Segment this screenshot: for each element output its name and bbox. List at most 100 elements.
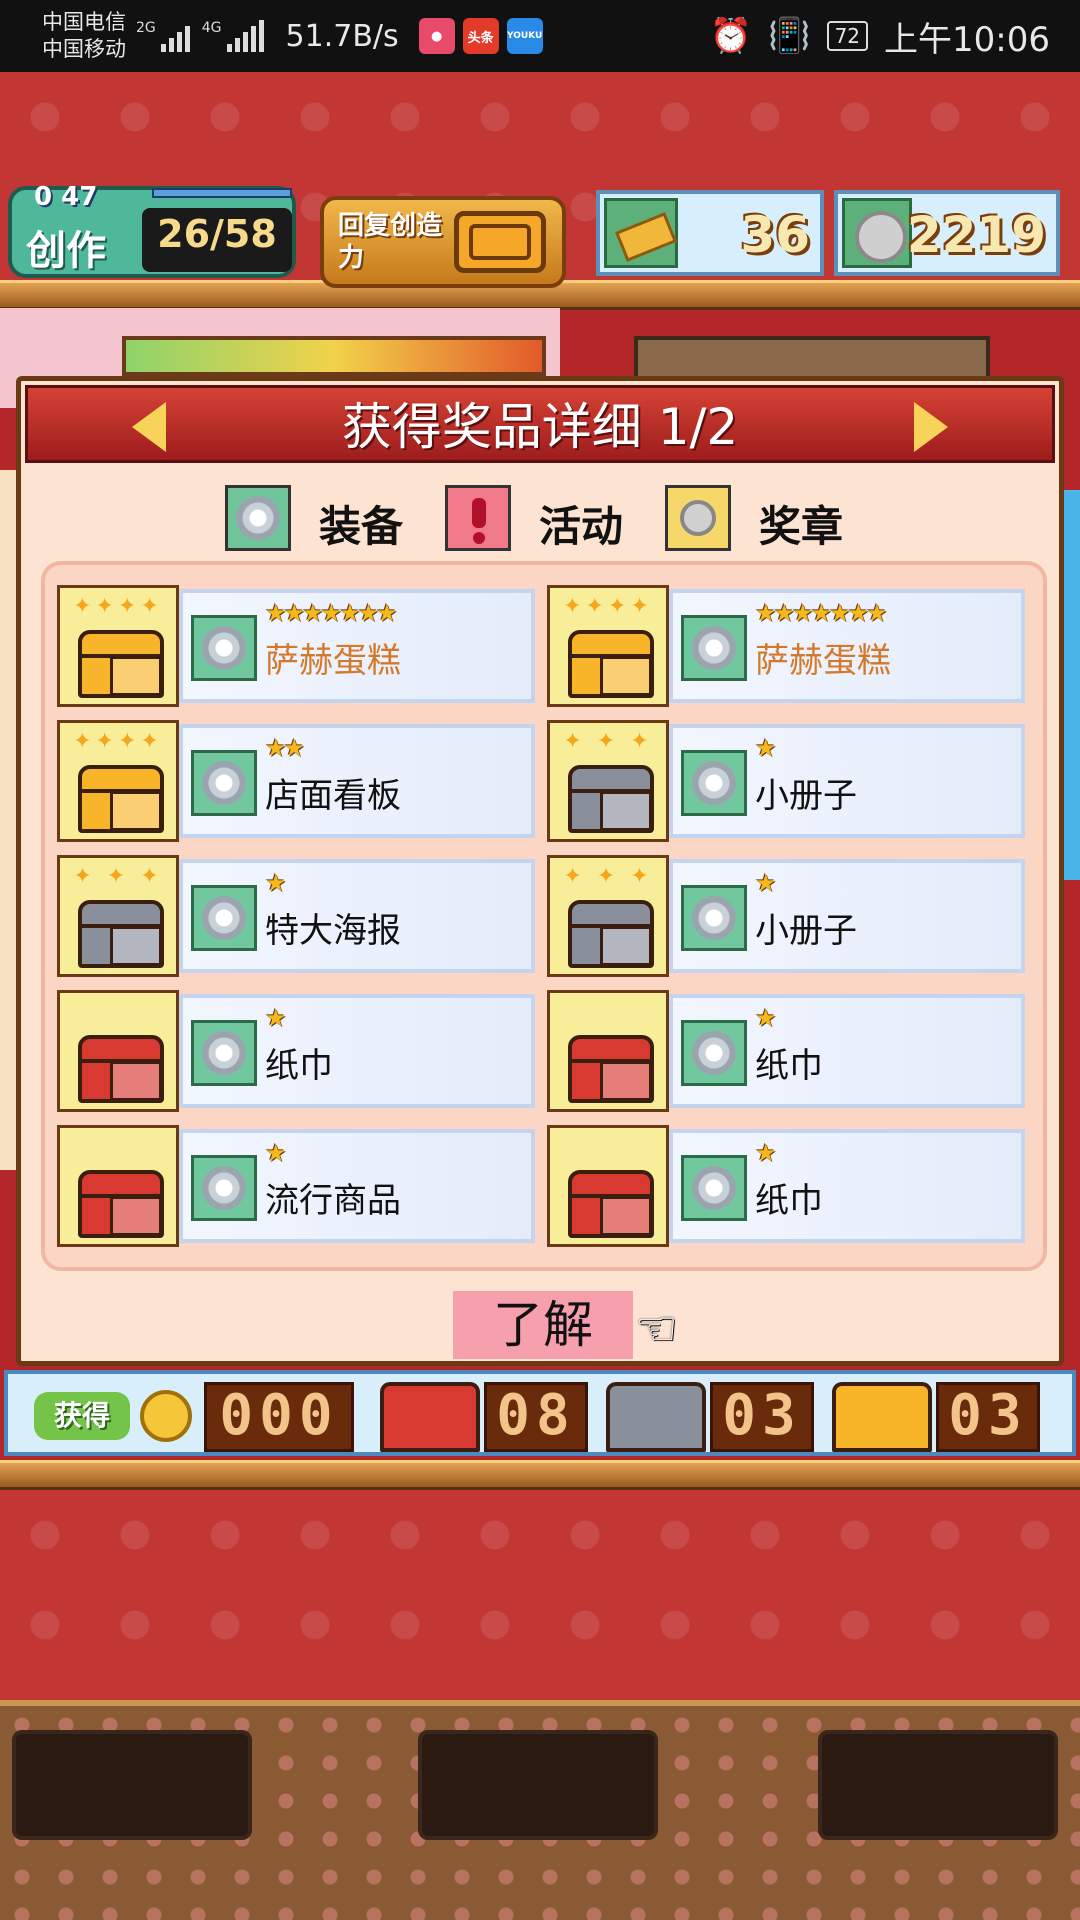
prize-item: ✦ ✦ ✦ ★ 小册子 (547, 720, 1025, 842)
ticket-counter[interactable]: 36 (596, 190, 824, 276)
equip-icon (191, 1020, 257, 1086)
shop-slot-1[interactable] (12, 1730, 252, 1840)
alarm-icon: ⏰ (709, 16, 753, 56)
silver-chest-icon: ✦ ✦ ✦ (57, 855, 179, 977)
prize-card: ★ 纸巾 (179, 994, 535, 1108)
prize-name: 小册子 (755, 911, 857, 951)
event-icon (445, 485, 511, 551)
messenger-icon: ● (418, 18, 455, 54)
rarity-stars: ★★★★★★★ (755, 599, 888, 627)
prize-card: ★★★★★★★ 萨赫蛋糕 (179, 589, 535, 703)
next-page-arrow-icon[interactable] (914, 402, 948, 452)
toutiao-icon: 头条 (462, 18, 499, 54)
equip-icon (191, 615, 257, 681)
legend-equip-label: 装备 (319, 502, 404, 551)
red-chest-count: 08 (484, 1382, 588, 1452)
prize-item: ★ 纸巾 (547, 1125, 1025, 1247)
red-chest-icon (547, 1125, 669, 1247)
prize-name: 流行商品 (265, 1181, 401, 1221)
create-energy-hud[interactable]: 0 47 创作 26/58 (8, 182, 296, 278)
tv-icon (454, 211, 546, 273)
gold-chest-icon (832, 1382, 932, 1452)
silver-chest-icon (606, 1382, 706, 1452)
coin-count: 2219 (906, 206, 1046, 264)
prize-name: 特大海报 (265, 911, 401, 951)
restore-energy-label: 回复创造力 (338, 211, 443, 273)
rarity-stars: ★★★★★★★ (265, 599, 398, 627)
equip-icon (681, 750, 747, 816)
rarity-stars: ★ (265, 869, 286, 897)
prize-item: ★ 纸巾 (547, 990, 1025, 1112)
restore-energy-button[interactable]: 回复创造力 (320, 196, 566, 288)
dialog-title: 获得奖品详细 1/2 (341, 398, 739, 456)
silver-chest-icon: ✦ ✦ ✦ (547, 720, 669, 842)
silver-chest-count: 03 (710, 1382, 814, 1452)
prize-card: ★ 纸巾 (669, 994, 1025, 1108)
signal-4g-icon: 4G (202, 20, 264, 52)
equip-icon (681, 1020, 747, 1086)
legend: 装备 活动 奖章 (21, 485, 1059, 553)
ok-button[interactable]: 了解 (453, 1291, 633, 1359)
rarity-stars: ★ (755, 869, 776, 897)
coin-icon (842, 198, 912, 268)
prize-card: ★ 纸巾 (669, 1129, 1025, 1243)
prize-name: 小册子 (755, 776, 857, 816)
battery-icon: 72 (826, 21, 869, 51)
equip-icon (681, 1155, 747, 1221)
prize-item: ✦ ✦ ✦ ★ 特大海报 (57, 855, 535, 977)
totals-bar: 获得 000 08 03 03 (4, 1370, 1076, 1456)
prize-name: 纸巾 (755, 1181, 823, 1221)
create-counter: 0 47 (34, 182, 98, 212)
red-chest-icon (380, 1382, 480, 1452)
prize-detail-dialog: 获得奖品详细 1/2 装备 活动 奖章 ✦✦✦✦ ★★★★★★★ 萨赫蛋糕 ✦✦✦✦ ★… (16, 376, 1064, 1366)
legend-event-label: 活动 (539, 502, 624, 551)
medal-icon (665, 485, 731, 551)
prize-name: 店面看板 (265, 776, 401, 816)
wallpaper-bottom (0, 1490, 1080, 1700)
pointing-hand-icon: ☜ (635, 1301, 679, 1357)
shop-slot-3[interactable] (818, 1730, 1058, 1840)
rarity-stars: ★★ (265, 734, 305, 762)
rarity-stars: ★ (265, 1004, 286, 1032)
status-bar: 中国电信 中国移动 2G 4G 51.7B/s ● 头条 YOUKU ⏰ 📳 7… (0, 0, 1080, 72)
coin-total: 000 (204, 1382, 354, 1452)
prize-card: ★★ 店面看板 (179, 724, 535, 838)
rarity-stars: ★ (265, 1139, 286, 1167)
shelf-bottom (0, 1460, 1080, 1490)
gold-chest-icon: ✦✦✦✦ (57, 720, 179, 842)
background-gauge (122, 336, 546, 376)
prize-item: ★ 纸巾 (57, 990, 535, 1112)
carrier-names: 中国电信 中国移动 (42, 9, 126, 63)
rarity-stars: ★ (755, 1139, 776, 1167)
prize-card: ★ 小册子 (669, 724, 1025, 838)
network-speed: 51.7B/s (285, 18, 399, 54)
prize-name: 纸巾 (265, 1046, 333, 1086)
prize-item: ✦ ✦ ✦ ★ 小册子 (547, 855, 1025, 977)
clock: 上午10:06 (884, 19, 1050, 60)
equip-icon (191, 885, 257, 951)
signal-2g-icon: 2G (136, 20, 190, 52)
equip-icon (681, 885, 747, 951)
prize-item: ✦✦✦✦ ★★★★★★★ 萨赫蛋糕 (547, 585, 1025, 707)
prize-card: ★ 流行商品 (179, 1129, 535, 1243)
gold-chest-count: 03 (936, 1382, 1040, 1452)
gold-chest-icon: ✦✦✦✦ (547, 585, 669, 707)
equip-icon (191, 1155, 257, 1221)
carrier-1: 中国电信 (42, 10, 126, 34)
coin-counter[interactable]: 2219 (834, 190, 1060, 276)
equip-icon (681, 615, 747, 681)
carrier-2: 中国移动 (42, 37, 126, 61)
ticket-icon (604, 198, 678, 268)
silver-chest-icon: ✦ ✦ ✦ (547, 855, 669, 977)
red-chest-icon (547, 990, 669, 1112)
red-chest-icon (57, 990, 179, 1112)
prize-name: 纸巾 (755, 1046, 823, 1086)
rarity-stars: ★ (755, 1004, 776, 1032)
prize-item: ✦✦✦✦ ★★★★★★★ 萨赫蛋糕 (57, 585, 535, 707)
prize-card: ★★★★★★★ 萨赫蛋糕 (669, 589, 1025, 703)
shop-slot-2[interactable] (418, 1730, 658, 1840)
red-chest-icon (57, 1125, 179, 1247)
dialog-header: 获得奖品详细 1/2 (25, 385, 1055, 463)
prize-card: ★ 小册子 (669, 859, 1025, 973)
prize-card: ★ 特大海报 (179, 859, 535, 973)
